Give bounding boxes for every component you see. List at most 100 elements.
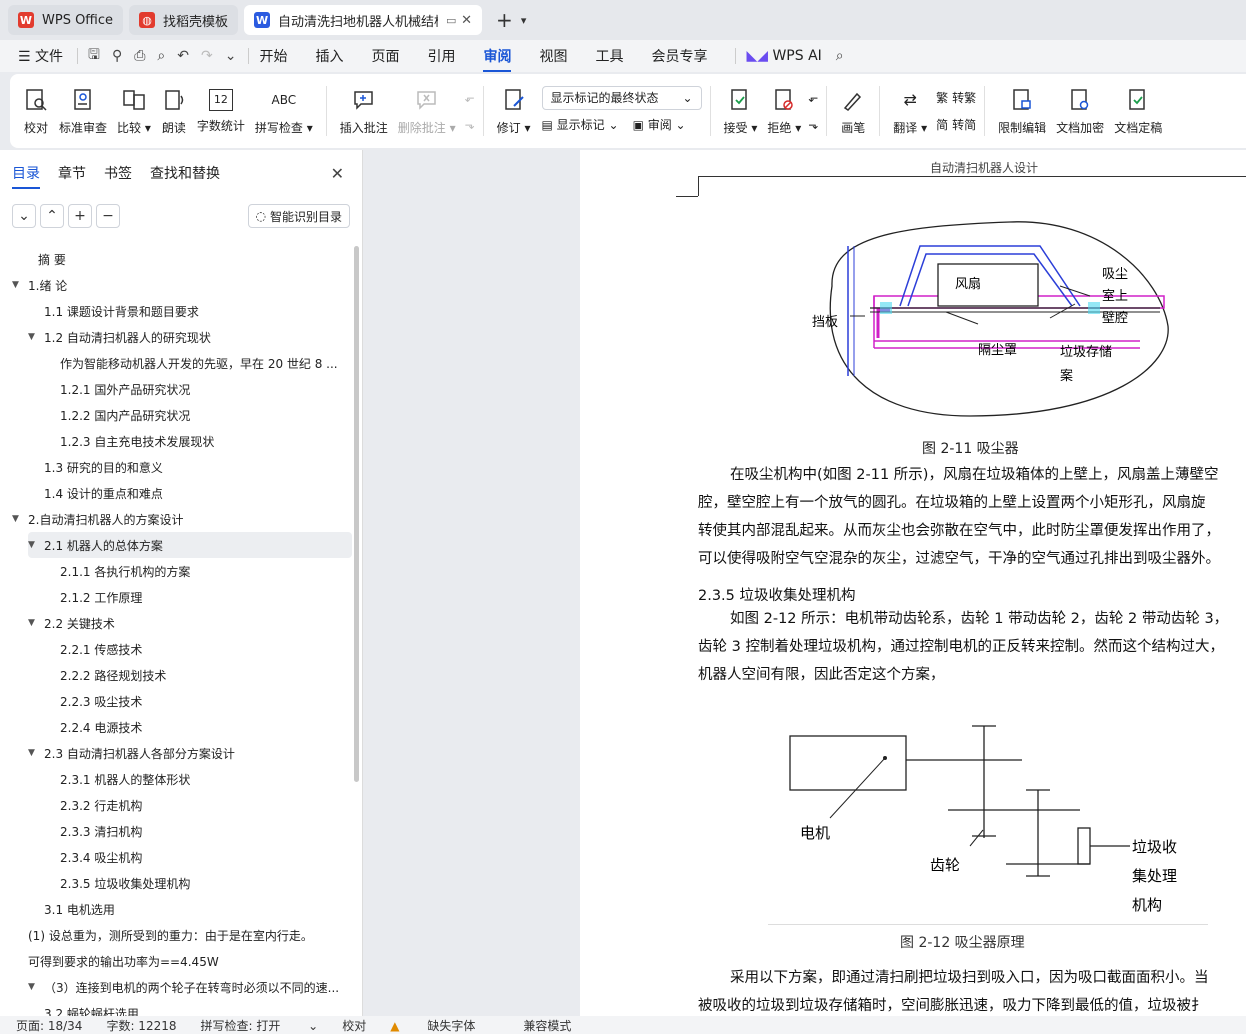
encrypt-button[interactable]: 文档加密 xyxy=(1051,79,1109,143)
menu-tab-review[interactable]: 审阅 xyxy=(483,46,512,72)
show-markup-button[interactable]: ▤ 显示标记 ⌄ xyxy=(542,116,619,133)
toc-item[interactable]: ▼ 2.自动清扫机器人的方案设计 xyxy=(0,506,352,532)
caret-down-icon[interactable]: ▼ xyxy=(12,280,24,290)
redo-icon[interactable]: ↷ xyxy=(201,48,213,64)
toc-item[interactable]: 2.2.3 吸尘技术 xyxy=(0,688,352,714)
to-traditional-button[interactable]: 繁 转繁 xyxy=(936,84,976,111)
caret-down-icon[interactable]: ▼ xyxy=(28,332,40,342)
review-pane-button[interactable]: ▣ 审阅 ⌄ xyxy=(633,116,686,133)
missing-font-indicator[interactable]: ▲ 缺失字体 xyxy=(390,1017,499,1034)
toc-item[interactable]: 2.2.1 传感技术 xyxy=(0,636,352,662)
proofread-button[interactable]: 校对 xyxy=(18,79,54,143)
close-tab-icon[interactable]: ✕ xyxy=(461,13,472,28)
tab-wps-office[interactable]: W WPS Office xyxy=(8,5,124,35)
toc-item[interactable]: 2.3.4 吸尘机构 xyxy=(0,844,352,870)
toc-item[interactable]: 可得到要求的输出功率为==4.45W xyxy=(0,948,352,974)
toc-item[interactable]: ▼ 1.绪 论 xyxy=(0,272,352,298)
caret-down-icon[interactable]: ▼ xyxy=(28,540,40,550)
track-changes-button[interactable]: 修订 ▾ xyxy=(492,79,536,143)
chevron-down-icon[interactable]: ▾ xyxy=(521,14,527,27)
toc-scrollbar[interactable] xyxy=(354,246,359,782)
document-page[interactable]: 自动清扫机器人设计 风扇 挡板 吸尘 室上 壁腔 隔尘罩 垃圾存储 案 图 2-… xyxy=(580,150,1246,1016)
toc-item[interactable]: 2.1.1 各执行机构的方案 xyxy=(0,558,352,584)
expand-up-icon[interactable]: ⌃ xyxy=(40,204,64,228)
menu-tab-member[interactable]: 会员专享 xyxy=(651,46,707,66)
toc-item[interactable]: ▼ 2.3 自动清扫机器人各部分方案设计 xyxy=(0,740,352,766)
menu-tab-tools[interactable]: 工具 xyxy=(595,46,623,66)
caret-down-icon[interactable]: ▼ xyxy=(28,618,40,628)
toc-item[interactable]: 2.2.2 路径规划技术 xyxy=(0,662,352,688)
undo-icon[interactable]: ↶ xyxy=(177,48,189,64)
tab-document[interactable]: W 自动清洗扫地机器人机械结构 ▭ ✕ xyxy=(244,5,483,35)
toc-item[interactable]: ▼ （3）连接到电机的两个轮子在转弯时必须以不同的速... xyxy=(0,974,352,1000)
next-comment-icon[interactable]: ⬎ xyxy=(465,111,475,138)
page-indicator[interactable]: 页面: 18/34 xyxy=(16,1017,82,1034)
toc-item[interactable]: 1.3 研究的目的和意义 xyxy=(0,454,352,480)
standard-review-button[interactable]: 标准审查 xyxy=(54,79,112,143)
toc-item[interactable]: 1.1 课题设计背景和题目要求 xyxy=(0,298,352,324)
new-tab-icon[interactable]: + xyxy=(496,8,513,32)
menu-tab-page[interactable]: 页面 xyxy=(371,46,399,66)
remove-heading-icon[interactable]: − xyxy=(96,204,120,228)
toc-item[interactable]: 作为智能移动机器人开发的先驱，早在 20 世纪 8 ... xyxy=(0,350,352,376)
spell-check-indicator[interactable]: 拼写检查: 打开 ⌄ xyxy=(201,1017,319,1034)
menu-tab-insert[interactable]: 插入 xyxy=(315,46,343,66)
menu-tab-view[interactable]: 视图 xyxy=(539,46,567,66)
toc-item[interactable]: 2.3.2 行走机构 xyxy=(0,792,352,818)
save-icon[interactable]: 🖫 xyxy=(88,44,100,68)
wps-ai-button[interactable]: ◣◢ WPS AI xyxy=(746,48,821,64)
to-simplified-button[interactable]: 简 转简 xyxy=(936,111,976,138)
compare-button[interactable]: 比较 ▾ xyxy=(112,79,156,143)
markup-state-select[interactable]: 显示标记的最终状态 ⌄ xyxy=(541,85,702,110)
next-change-icon[interactable]: ⬎ xyxy=(808,111,818,138)
toc-item[interactable]: 2.1.2 工作原理 xyxy=(0,584,352,610)
add-heading-icon[interactable]: + xyxy=(68,204,92,228)
toc-item[interactable]: 2.2.4 电源技术 xyxy=(0,714,352,740)
toc-item[interactable]: 2.3.5 垃圾收集处理机构 xyxy=(0,870,352,896)
read-aloud-button[interactable]: 朗读 xyxy=(156,79,192,143)
toc-item[interactable]: 3.1 电机选用 xyxy=(0,896,352,922)
menu-tab-home[interactable]: 开始 xyxy=(259,46,287,66)
caret-down-icon[interactable]: ▼ xyxy=(28,982,40,992)
tab-template[interactable]: ◍ 找稻壳模板 xyxy=(129,5,239,35)
toc-item[interactable]: ▼ 1.2 自动清扫机器人的研究现状 xyxy=(0,324,352,350)
toc-item[interactable]: ▼ 2.2 关键技术 xyxy=(0,610,352,636)
word-count-indicator[interactable]: 字数: 12218 xyxy=(106,1017,176,1034)
smart-toc-button[interactable]: ◌ 智能识别目录 xyxy=(247,204,350,228)
menu-tab-reference[interactable]: 引用 xyxy=(427,46,455,66)
toc-item[interactable]: 1.2.2 国内产品研究状况 xyxy=(0,402,352,428)
insert-comment-button[interactable]: 插入批注 xyxy=(335,79,393,143)
toc-item[interactable]: 1.2.3 自主充电技术发展现状 xyxy=(0,428,352,454)
nav-tab-toc[interactable]: 目录 xyxy=(12,163,40,189)
close-panel-icon[interactable]: ✕ xyxy=(331,164,344,183)
screen-icon[interactable]: ▭ xyxy=(446,14,456,27)
print-icon[interactable]: ⎙ xyxy=(134,48,145,64)
nav-tab-chapter[interactable]: 章节 xyxy=(58,163,86,183)
accept-button[interactable]: 接受 ▾ xyxy=(719,79,763,143)
delete-comment-button[interactable]: 删除批注 ▾ xyxy=(393,79,461,143)
translate-button[interactable]: ⇄ 翻译 ▾ xyxy=(888,79,932,143)
pen-button[interactable]: 画笔 xyxy=(835,79,871,143)
caret-down-icon[interactable]: ▼ xyxy=(12,514,24,524)
nav-tab-bookmark[interactable]: 书签 xyxy=(104,163,132,183)
caret-down-icon[interactable]: ▼ xyxy=(28,748,40,758)
share-icon[interactable]: ⚲ xyxy=(112,48,122,64)
toc-item[interactable]: 1.2.1 国外产品研究状况 xyxy=(0,376,352,402)
toc-item[interactable]: ▼ 2.1 机器人的总体方案 xyxy=(28,532,352,558)
file-menu[interactable]: ☰ 文件 xyxy=(18,46,63,66)
proof-indicator[interactable]: 校对 xyxy=(342,1017,366,1034)
prev-comment-icon[interactable]: ⬐ xyxy=(465,84,475,111)
reject-button[interactable]: 拒绝 ▾ xyxy=(762,79,806,143)
more-chevron-icon[interactable]: ⌄ xyxy=(225,48,237,64)
search-icon[interactable]: ⌕ xyxy=(836,48,844,64)
prev-change-icon[interactable]: ⬐ xyxy=(808,84,818,111)
toc-item[interactable]: 2.3.1 机器人的整体形状 xyxy=(0,766,352,792)
toc-item[interactable]: 1.4 设计的重点和难点 xyxy=(0,480,352,506)
spell-check-button[interactable]: ABC 拼写检查 ▾ xyxy=(250,79,318,143)
restrict-edit-button[interactable]: 限制编辑 xyxy=(993,79,1051,143)
word-count-button[interactable]: 12 字数统计 xyxy=(192,79,250,143)
finalize-button[interactable]: 文档定稿 xyxy=(1109,79,1167,143)
toc-item[interactable]: 2.3.3 清扫机构 xyxy=(0,818,352,844)
toc-item[interactable]: 摘 要 xyxy=(0,246,352,272)
toc-item[interactable]: (1) 设总重为，测所受到的重力：由于是在室内行走。 xyxy=(0,922,352,948)
